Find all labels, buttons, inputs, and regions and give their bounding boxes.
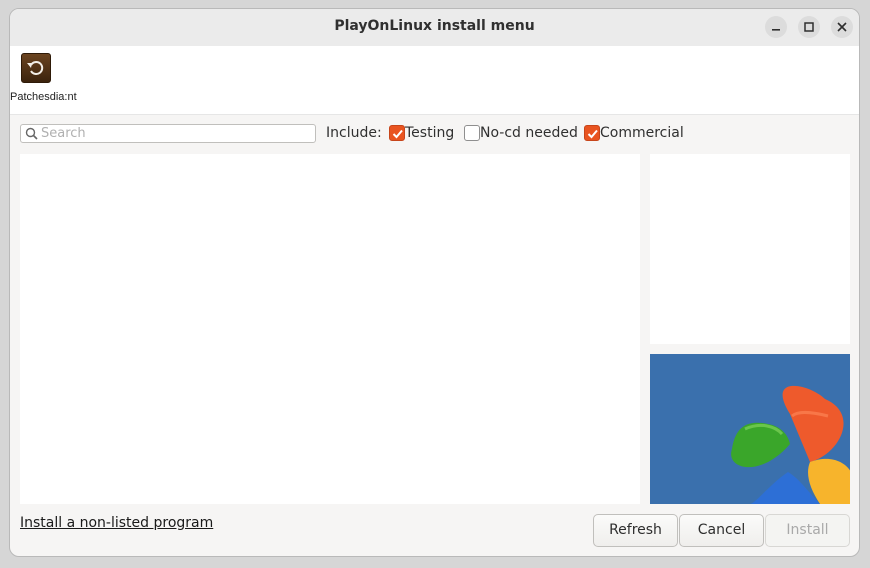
- checkmark-icon: [392, 129, 403, 139]
- search-input[interactable]: [41, 125, 309, 142]
- no-cd-label[interactable]: No-cd needed: [480, 125, 578, 141]
- program-description-panel: [650, 154, 850, 344]
- include-label: Include:: [326, 125, 382, 141]
- maximize-icon: [804, 22, 814, 32]
- commercial-checkbox[interactable]: [584, 125, 600, 141]
- patches-icon: [21, 53, 51, 83]
- install-non-listed-link[interactable]: Install a non-listed program: [20, 515, 213, 531]
- window-title: PlayOnLinux install menu: [334, 18, 535, 34]
- minimize-button[interactable]: [765, 16, 787, 38]
- close-button[interactable]: [831, 16, 853, 38]
- clover-logo-icon: [731, 385, 850, 504]
- close-icon: [837, 22, 847, 32]
- install-menu-window: PlayOnLinux install menu Patchesdia:nt S…: [9, 8, 860, 557]
- cancel-button[interactable]: Cancel: [679, 514, 764, 547]
- toolbar-item-label: Patchesdia:nt: [10, 91, 77, 103]
- title-bar: PlayOnLinux install menu: [10, 9, 859, 47]
- testing-label[interactable]: Testing: [405, 125, 454, 141]
- testing-checkbox[interactable]: [389, 125, 405, 141]
- install-button[interactable]: Install: [765, 514, 850, 547]
- program-list[interactable]: [20, 154, 640, 504]
- toolbar: Patchesdia:nt: [10, 46, 859, 115]
- filter-bar: Include: Testing No-cd needed Commercial: [10, 117, 859, 151]
- playonlinux-logo: [650, 354, 850, 504]
- search-icon: [25, 127, 38, 140]
- minimize-icon: [772, 29, 780, 31]
- maximize-button[interactable]: [798, 16, 820, 38]
- refresh-button[interactable]: Refresh: [593, 514, 678, 547]
- search-box[interactable]: [20, 124, 316, 143]
- commercial-label[interactable]: Commercial: [600, 125, 684, 141]
- no-cd-checkbox[interactable]: [464, 125, 480, 141]
- checkmark-icon: [587, 129, 598, 139]
